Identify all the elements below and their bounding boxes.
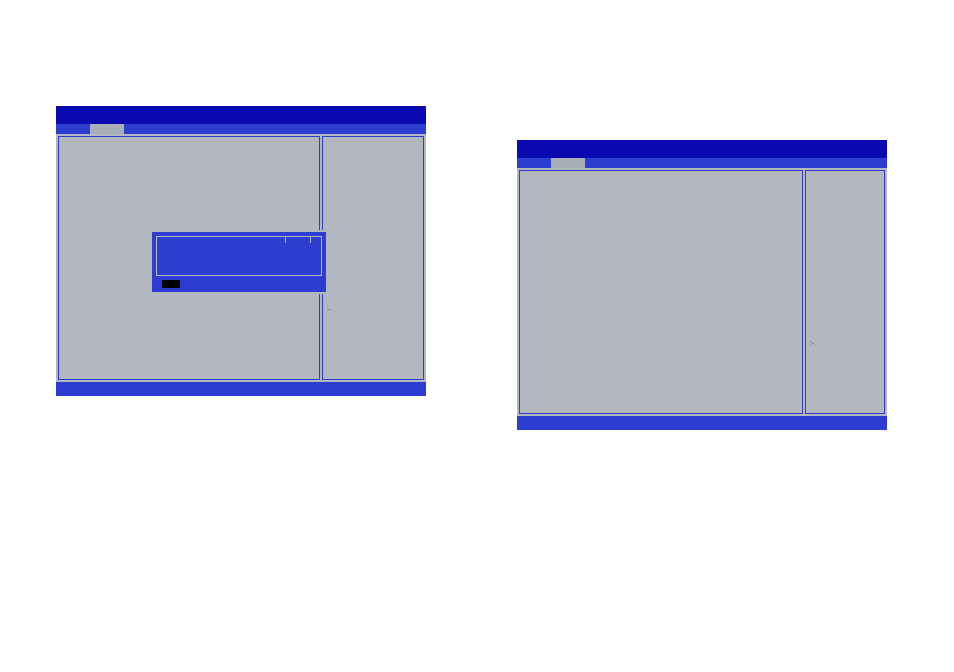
dialog[interactable] (150, 230, 328, 294)
window-left: :- (56, 106, 426, 396)
left-pane[interactable] (519, 170, 803, 414)
content-area: :- (56, 134, 426, 382)
tab[interactable] (90, 124, 124, 134)
tab[interactable] (551, 158, 585, 168)
statusbar (517, 416, 887, 430)
handle-icon: :- (327, 307, 331, 313)
titlebar[interactable] (517, 140, 887, 158)
statusbar (56, 382, 426, 396)
dialog-body (156, 236, 322, 276)
content-area: :- (517, 168, 887, 416)
right-pane[interactable]: :- (805, 170, 885, 414)
dialog-tab[interactable] (285, 236, 311, 243)
handle-icon: :- (810, 341, 814, 347)
titlebar[interactable] (56, 106, 426, 124)
dialog-button[interactable] (162, 280, 180, 288)
right-pane[interactable]: :- (322, 136, 424, 380)
window-right: :- (517, 140, 887, 430)
